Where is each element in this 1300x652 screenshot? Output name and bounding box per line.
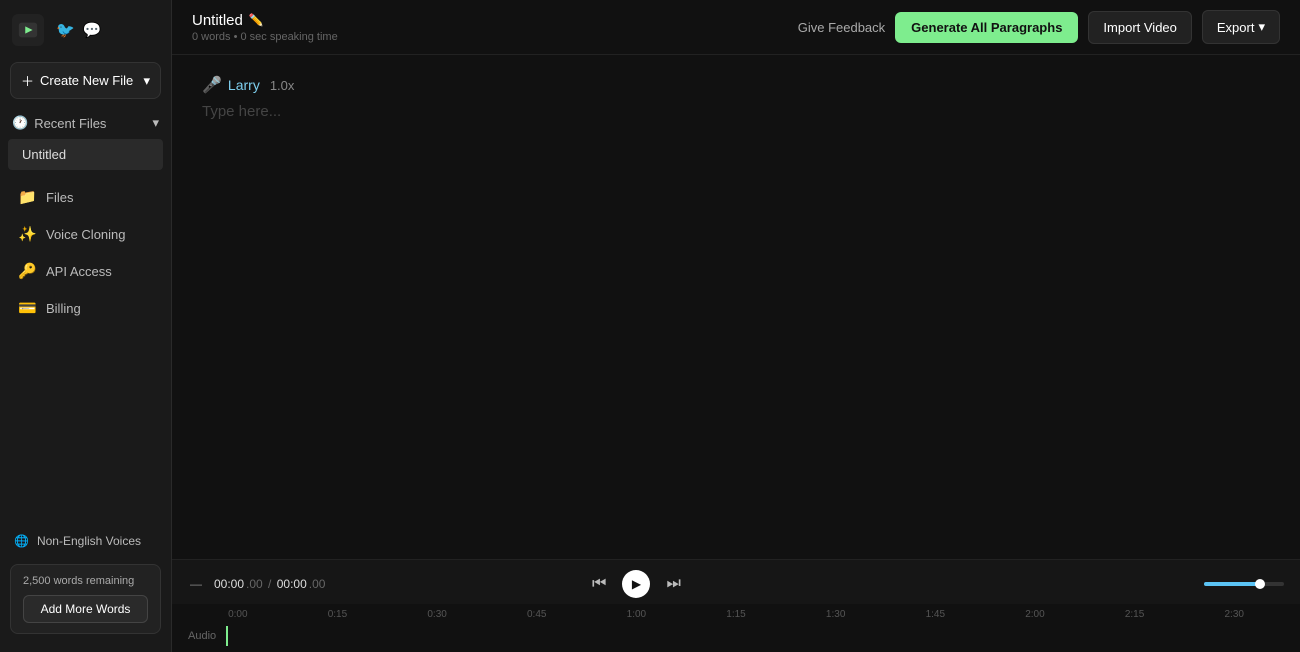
- total-time-sub: .00: [309, 577, 326, 591]
- time-separator: /: [265, 577, 275, 591]
- voice-name: Larry: [228, 77, 260, 93]
- words-remaining-text: 2,500 words remaining: [23, 575, 148, 587]
- words-remaining-box: 2,500 words remaining Add More Words: [10, 564, 161, 634]
- plus-icon: ＋: [21, 71, 34, 90]
- topbar-subtitle: 0 words • 0 sec speaking time: [192, 31, 338, 43]
- audio-label: Audio: [188, 630, 218, 642]
- document-title: Untitled: [192, 12, 243, 29]
- edit-icon[interactable]: ✏️: [249, 13, 264, 27]
- volume-slider[interactable]: [1204, 582, 1284, 586]
- sidebar-item-api-access-label: API Access: [46, 264, 112, 279]
- sidebar-item-voice-cloning[interactable]: ✨ Voice Cloning: [4, 216, 167, 252]
- recent-files-label: Recent Files: [34, 116, 106, 131]
- timeline-mark: 1:00: [587, 609, 687, 620]
- non-english-voices-button[interactable]: 🌐 Non-English Voices: [0, 526, 171, 556]
- give-feedback-button[interactable]: Give Feedback: [798, 20, 885, 35]
- speed-selector[interactable]: 1.0x: [270, 78, 295, 93]
- topbar-actions: Give Feedback Generate All Paragraphs Im…: [798, 10, 1280, 44]
- export-button[interactable]: Export ▾: [1202, 10, 1280, 44]
- voice-bar: 🎤 Larry 1.0x: [202, 75, 1270, 95]
- audio-track-row: Audio: [188, 624, 1284, 652]
- sidebar-bottom: 🌐 Non-English Voices 2,500 words remaini…: [0, 526, 171, 652]
- recent-file-item[interactable]: Untitled: [8, 139, 163, 170]
- total-time-main: 00:00: [277, 577, 307, 591]
- current-time-main: 00:00: [214, 577, 244, 591]
- voice-selector[interactable]: 🎤 Larry: [202, 75, 260, 95]
- chevron-down-icon: ▾: [143, 73, 150, 89]
- sidebar-header: 🐦 💬: [0, 0, 171, 56]
- chevron-down-icon: ▾: [1258, 19, 1265, 35]
- folder-icon: 📁: [18, 188, 36, 206]
- volume-fill: [1204, 582, 1260, 586]
- recent-files-section[interactable]: 🕐 Recent Files ▾: [0, 109, 171, 137]
- credit-card-icon: 💳: [18, 299, 36, 317]
- timeline-mark: 0:15: [288, 609, 388, 620]
- clock-icon: 🕐: [12, 115, 28, 131]
- import-video-button[interactable]: Import Video: [1088, 11, 1191, 44]
- create-btn-label: Create New File: [40, 73, 133, 88]
- player-buttons: ⏮ ▶ ⏭: [592, 570, 681, 598]
- key-icon: 🔑: [18, 262, 36, 280]
- sidebar-item-voice-cloning-label: Voice Cloning: [46, 227, 126, 242]
- timeline-mark: 1:30: [786, 609, 886, 620]
- timeline-mark: 1:15: [686, 609, 786, 620]
- editor-placeholder[interactable]: Type here...: [202, 103, 1270, 120]
- microphone-icon: 🎤: [202, 75, 222, 95]
- skip-back-button[interactable]: ⏮: [592, 575, 606, 593]
- timeline-ruler: 0:000:150:300:451:001:151:301:452:002:15…: [188, 604, 1284, 624]
- editor-area[interactable]: 🎤 Larry 1.0x Type here...: [172, 55, 1300, 559]
- player-time-display: 00:00 .00 / 00:00 .00: [214, 577, 325, 591]
- volume-thumb: [1255, 579, 1265, 589]
- sidebar-nav: 📁 Files ✨ Voice Cloning 🔑 API Access 💳 B…: [0, 178, 171, 327]
- current-time-sub: .00: [246, 577, 263, 591]
- audio-track[interactable]: [226, 626, 1284, 646]
- player-dash: —: [188, 577, 204, 591]
- topbar: Untitled ✏️ 0 words • 0 sec speaking tim…: [172, 0, 1300, 55]
- timeline-mark: 2:00: [985, 609, 1085, 620]
- play-button[interactable]: ▶: [622, 570, 650, 598]
- playhead-cursor: [226, 626, 228, 646]
- generate-all-paragraphs-button[interactable]: Generate All Paragraphs: [895, 12, 1078, 43]
- volume-area: [1204, 582, 1284, 586]
- non-english-label: Non-English Voices: [37, 534, 141, 548]
- timeline-mark: 0:30: [387, 609, 487, 620]
- twitter-icon[interactable]: 🐦: [56, 21, 75, 39]
- timeline-marks: 0:000:150:300:451:001:151:301:452:002:15…: [188, 609, 1284, 620]
- discord-icon[interactable]: 💬: [83, 21, 102, 39]
- skip-forward-button[interactable]: ⏭: [666, 575, 680, 593]
- chevron-down-icon: ▾: [152, 115, 159, 131]
- add-more-words-button[interactable]: Add More Words: [23, 595, 148, 623]
- sidebar-item-billing[interactable]: 💳 Billing: [4, 290, 167, 326]
- non-english-icon: 🌐: [14, 534, 29, 548]
- sidebar-item-api-access[interactable]: 🔑 API Access: [4, 253, 167, 289]
- social-links: 🐦 💬: [56, 21, 101, 39]
- sidebar: 🐦 💬 ＋ Create New File ▾ 🕐 Recent Files ▾…: [0, 0, 172, 652]
- logo: [12, 14, 44, 46]
- sidebar-item-files-label: Files: [46, 190, 73, 205]
- timeline-mark: 2:15: [1085, 609, 1185, 620]
- timeline-mark: 1:45: [885, 609, 985, 620]
- topbar-title-area: Untitled ✏️ 0 words • 0 sec speaking tim…: [192, 12, 338, 43]
- sidebar-item-billing-label: Billing: [46, 301, 81, 316]
- sparkle-icon: ✨: [18, 225, 36, 243]
- player-controls-row: — 00:00 .00 / 00:00 .00 ⏮ ▶ ⏭: [172, 560, 1300, 604]
- sidebar-item-files[interactable]: 📁 Files: [4, 179, 167, 215]
- timeline-container: 0:000:150:300:451:001:151:301:452:002:15…: [172, 604, 1300, 652]
- export-label: Export: [1217, 20, 1255, 35]
- create-new-file-button[interactable]: ＋ Create New File ▾: [10, 62, 161, 99]
- timeline-mark: 0:00: [188, 609, 288, 620]
- player-bar: — 00:00 .00 / 00:00 .00 ⏮ ▶ ⏭: [172, 559, 1300, 652]
- timeline-mark: 2:30: [1184, 609, 1284, 620]
- main-content: Untitled ✏️ 0 words • 0 sec speaking tim…: [172, 0, 1300, 652]
- timeline-mark: 0:45: [487, 609, 587, 620]
